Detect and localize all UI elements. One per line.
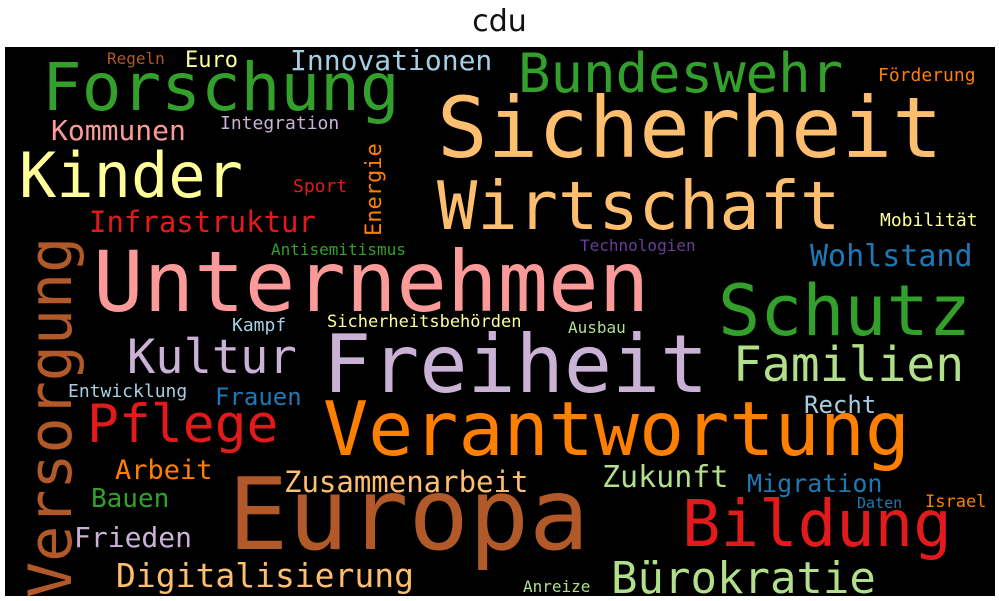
word-kommunen: Kommunen (51, 114, 186, 147)
word-recht: Recht (804, 391, 877, 419)
word-arbeit: Arbeit (115, 455, 213, 486)
word-mobilitaet: Mobilität (880, 210, 978, 231)
word-cloud: Europa Sicherheit Unternehmen Freiheit V… (5, 47, 995, 596)
word-familien: Familien (733, 337, 965, 393)
word-digitalisierung: Digitalisierung (116, 556, 415, 595)
word-energie: Energie (362, 143, 387, 236)
word-anreize: Anreize (523, 577, 591, 596)
word-sport: Sport (293, 176, 348, 197)
word-integration: Integration (220, 113, 340, 134)
word-schutz: Schutz (718, 270, 971, 352)
word-kultur: Kultur (127, 330, 297, 385)
word-infrastruktur: Infrastruktur (89, 205, 316, 239)
word-bildung: Bildung (682, 488, 952, 562)
word-regeln: Regeln (107, 49, 165, 68)
word-technologien: Technologien (580, 236, 696, 255)
word-euro: Euro (185, 48, 238, 73)
word-sicherheitsbehoerden: Sicherheitsbehörden (327, 312, 522, 332)
word-israel: Israel (925, 492, 987, 512)
word-frauen: Frauen (215, 383, 302, 411)
word-kinder: Kinder (19, 139, 243, 212)
word-daten: Daten (857, 494, 903, 512)
chart-title: cdu (472, 4, 527, 39)
word-migration: Migration (747, 469, 883, 498)
word-zukunft: Zukunft (602, 460, 729, 495)
word-bauen: Bauen (91, 484, 170, 514)
word-buerokratie: Bürokratie (611, 553, 876, 597)
word-innovationen: Innovationen (290, 47, 493, 77)
word-zusammenarbeit: Zusammenarbeit (284, 465, 529, 499)
word-versorgung: Versorgung (16, 236, 86, 596)
word-bundeswehr: Bundeswehr (518, 47, 844, 105)
word-entwicklung: Entwicklung (68, 381, 188, 402)
word-antisemitismus: Antisemitismus (271, 240, 406, 259)
word-kampf: Kampf (232, 315, 287, 336)
word-wirtschaft: Wirtschaft (437, 167, 841, 245)
word-ausbau: Ausbau (568, 318, 626, 337)
word-frieden: Frieden (74, 521, 193, 554)
word-wohlstand: Wohlstand (810, 239, 973, 274)
word-foerderung: Förderung (878, 65, 976, 86)
